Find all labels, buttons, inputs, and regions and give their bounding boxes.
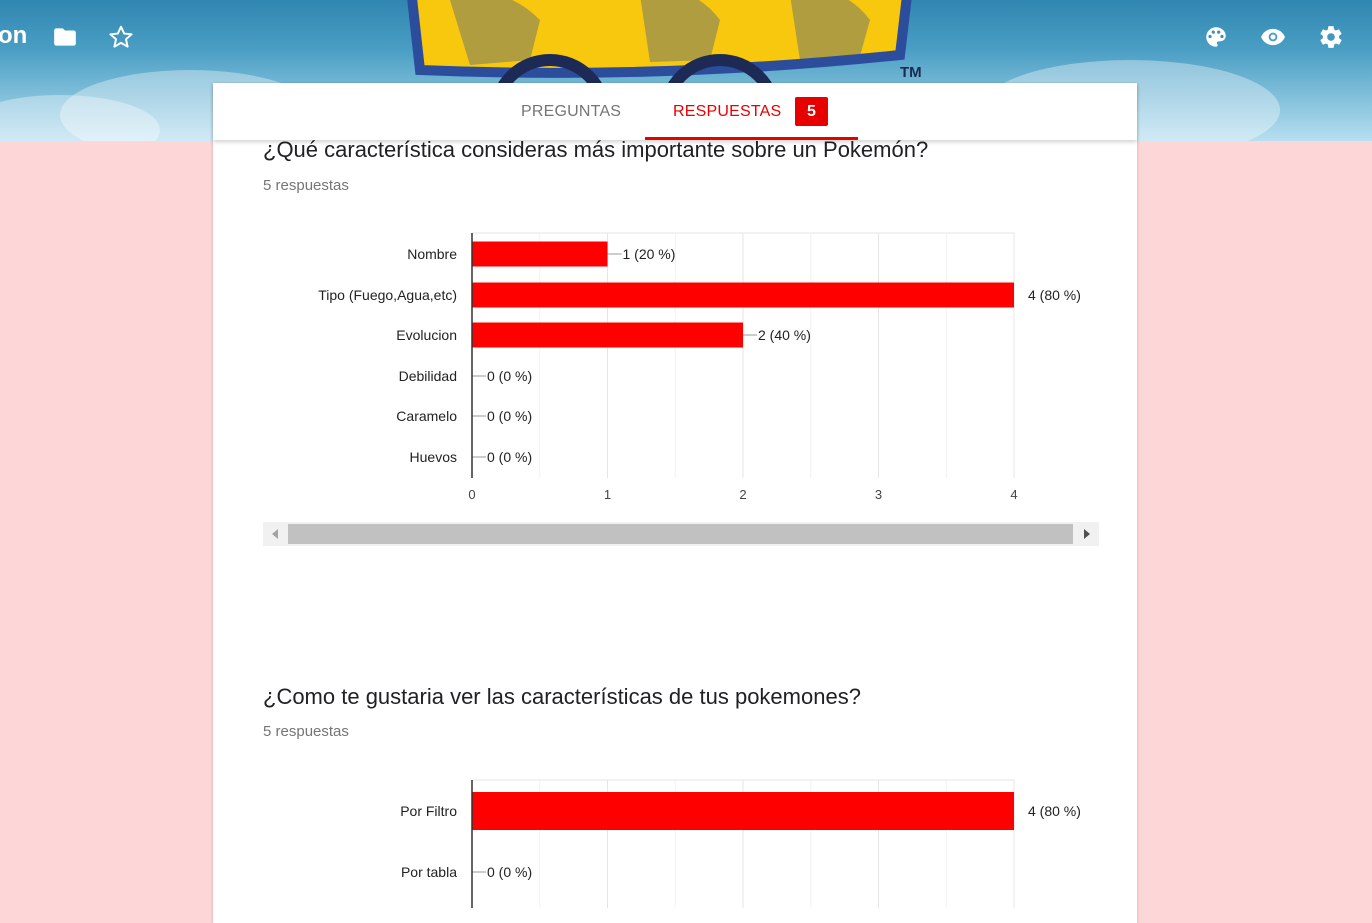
data-label: 0 (0 %) (487, 864, 532, 880)
tab-respuestas[interactable]: RESPUESTAS (673, 103, 781, 121)
tab-preguntas[interactable]: PREGUNTAS (521, 103, 621, 121)
category-label: Por tabla (401, 864, 457, 880)
category-label: Por Filtro (400, 803, 457, 819)
data-label: 4 (80 %) (1028, 803, 1081, 819)
active-tab-indicator (645, 137, 858, 140)
responses-count-badge: 5 (795, 97, 828, 126)
tab-bar: PREGUNTAS RESPUESTAS 5 (213, 83, 1137, 140)
bar (472, 792, 1014, 830)
